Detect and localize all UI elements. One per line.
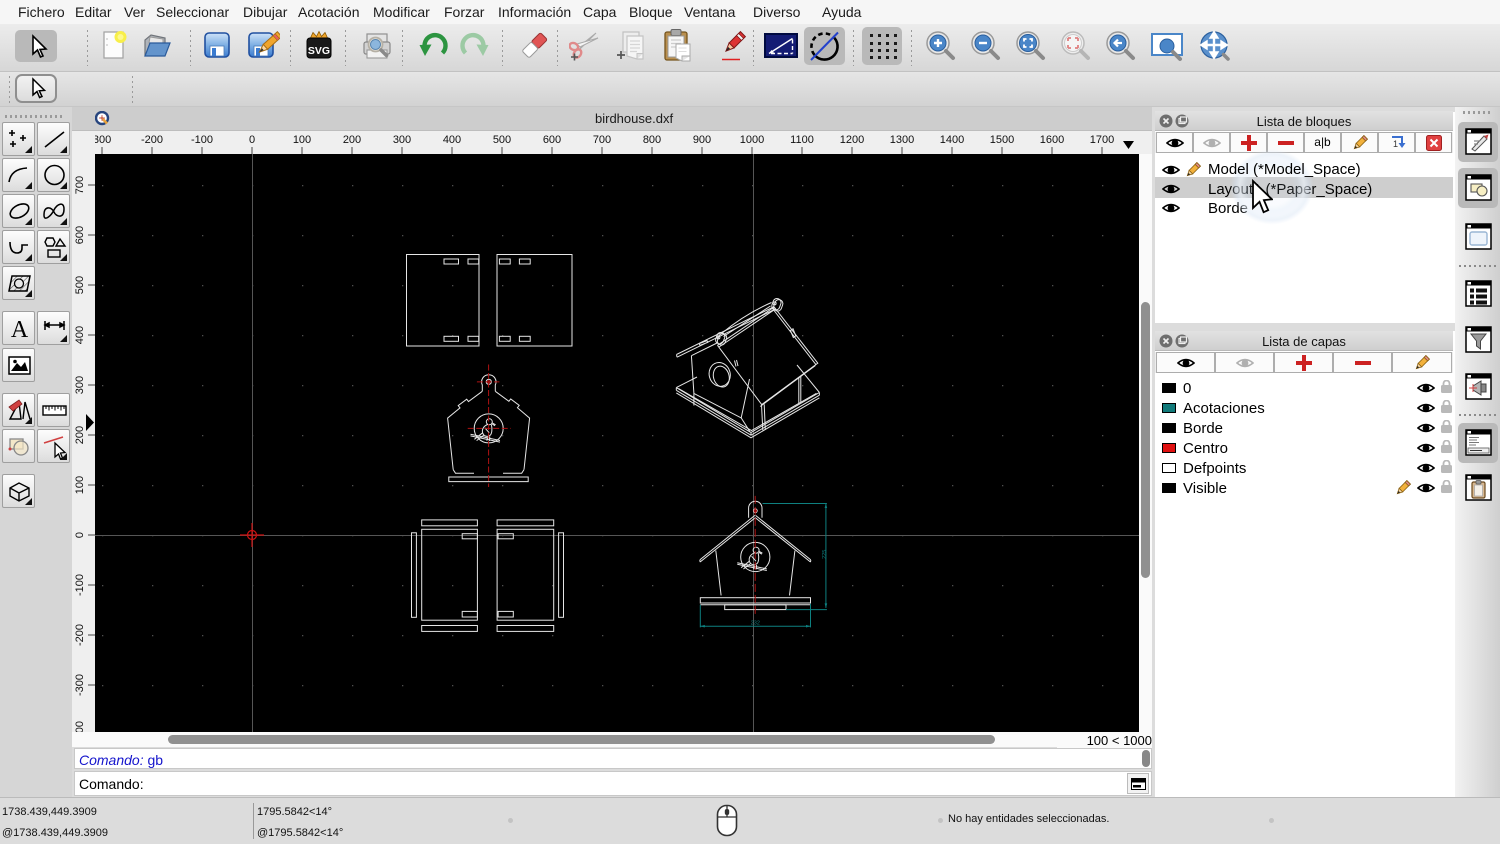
svg-text:700: 700 bbox=[593, 134, 611, 146]
svg-text:-300: -300 bbox=[74, 674, 86, 696]
svg-text:1000: 1000 bbox=[740, 134, 764, 146]
svg-text:232: 232 bbox=[751, 621, 760, 627]
svg-text:900: 900 bbox=[693, 134, 711, 146]
svg-text:1200: 1200 bbox=[840, 134, 864, 146]
svg-text:225: 225 bbox=[822, 550, 828, 559]
svg-text:0: 0 bbox=[249, 134, 255, 146]
svg-text:1: 1 bbox=[1393, 139, 1398, 149]
svg-text:A: A bbox=[11, 317, 29, 342]
svg-text:SVG: SVG bbox=[308, 45, 330, 57]
svg-text:600: 600 bbox=[74, 226, 86, 244]
svg-text:400: 400 bbox=[74, 326, 86, 344]
svg-text:300: 300 bbox=[74, 376, 86, 394]
svg-text:1700: 1700 bbox=[1090, 134, 1114, 146]
svg-text:1400: 1400 bbox=[940, 134, 964, 146]
svg-text:-100: -100 bbox=[191, 134, 213, 146]
svg-text:1300: 1300 bbox=[890, 134, 914, 146]
svg-text:200: 200 bbox=[74, 426, 86, 444]
svg-text:100: 100 bbox=[293, 134, 311, 146]
svg-text:300: 300 bbox=[95, 134, 111, 146]
svg-text:100: 100 bbox=[74, 476, 86, 494]
svg-text:1100: 1100 bbox=[790, 134, 814, 146]
svg-text:-400: -400 bbox=[74, 721, 86, 732]
svg-text:400: 400 bbox=[443, 134, 461, 146]
svg-text:800: 800 bbox=[643, 134, 661, 146]
svg-text:1500: 1500 bbox=[990, 134, 1014, 146]
svg-text:300: 300 bbox=[393, 134, 411, 146]
svg-text:700: 700 bbox=[74, 176, 86, 194]
svg-text:200: 200 bbox=[343, 134, 361, 146]
svg-text:600: 600 bbox=[543, 134, 561, 146]
svg-text:500: 500 bbox=[493, 134, 511, 146]
svg-text:-200: -200 bbox=[141, 134, 163, 146]
svg-text:500: 500 bbox=[74, 276, 86, 294]
svg-text:-100: -100 bbox=[74, 574, 86, 596]
svg-text:1600: 1600 bbox=[1040, 134, 1064, 146]
svg-text:0: 0 bbox=[74, 532, 86, 538]
svg-text:-200: -200 bbox=[74, 624, 86, 646]
